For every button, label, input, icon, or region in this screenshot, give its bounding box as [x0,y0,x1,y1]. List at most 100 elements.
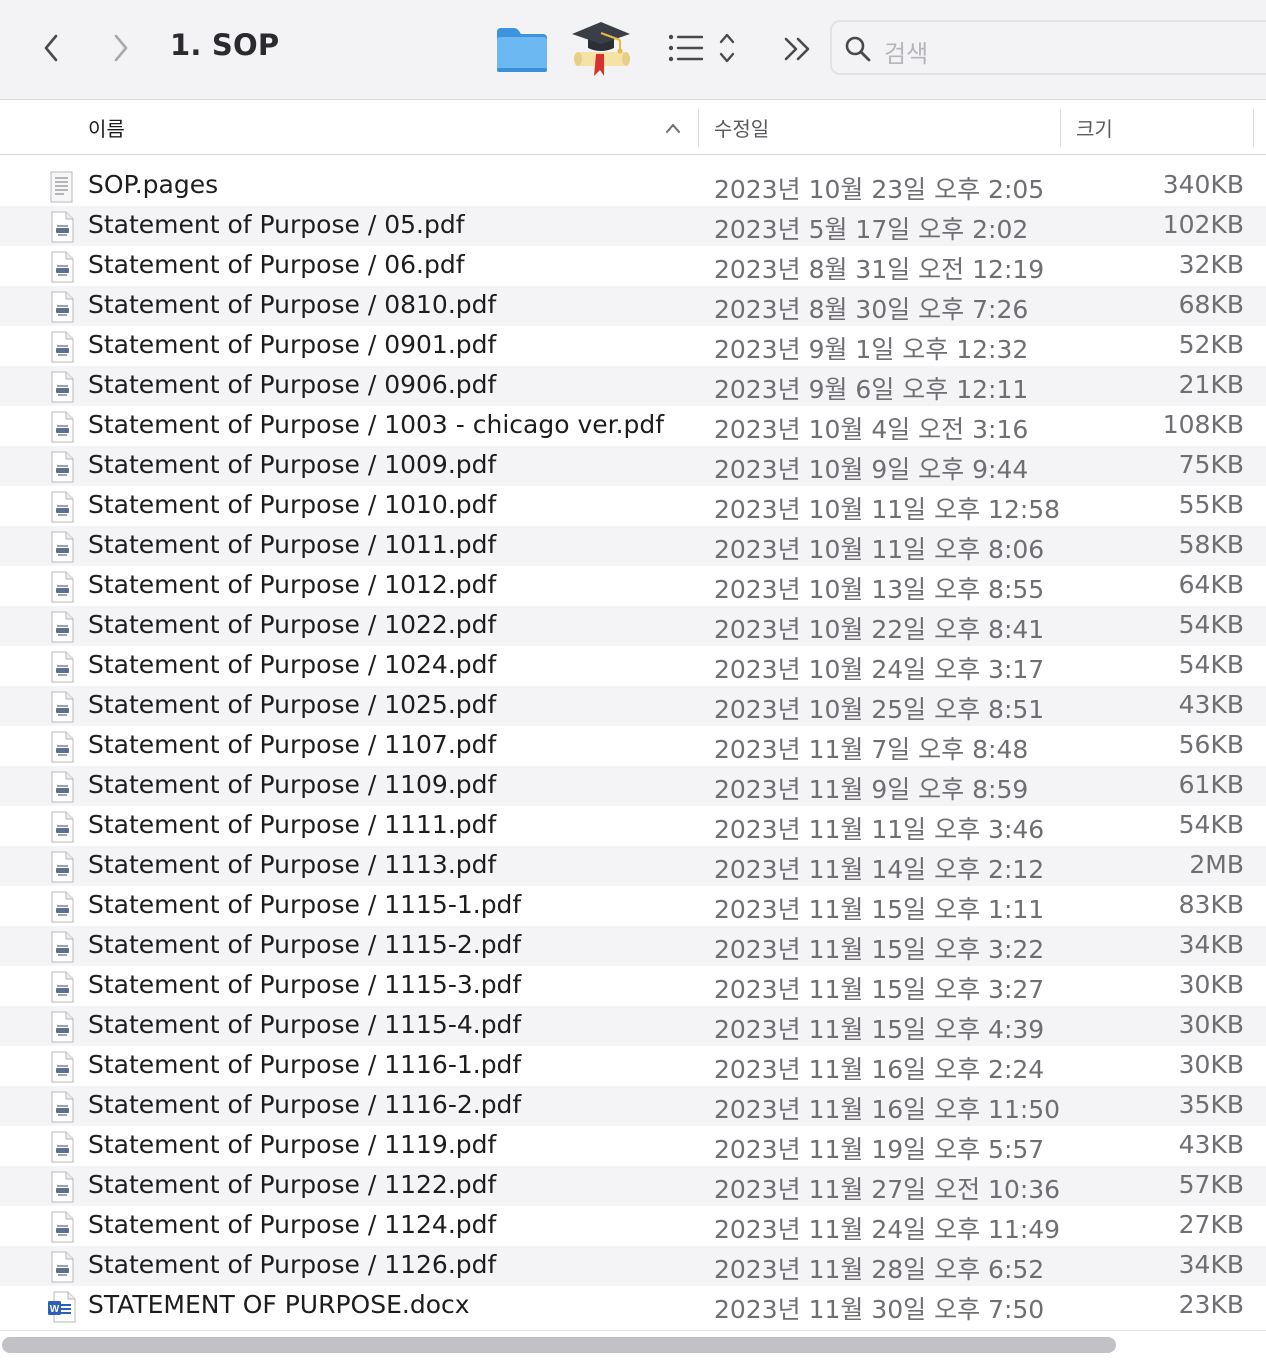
file-row[interactable]: Statement of Purpose / 1126.pdf 2023년 11월… [0,1246,1266,1286]
file-row[interactable]: Statement of Purpose / 0810.pdf 2023년 8월 … [0,286,1266,326]
file-row[interactable]: Statement of Purpose / 1122.pdf 2023년 11월… [0,1166,1266,1206]
file-modified-date: 2023년 11월 15일 오후 4:39 [714,1015,1045,1044]
chevron-right-icon [114,34,128,62]
file-name: Statement of Purpose / 1025.pdf [88,690,497,719]
file-modified-date: 2023년 11월 9일 오후 8:59 [714,775,1029,804]
file-name: Statement of Purpose / 1010.pdf [88,490,497,519]
file-row[interactable]: Statement of Purpose / 0906.pdf 2023년 9월 … [0,366,1266,406]
pdf-file-icon [51,651,74,683]
file-name: Statement of Purpose / 1115-2.pdf [88,930,522,959]
file-row[interactable]: Statement of Purpose / 1022.pdf 2023년 10월… [0,606,1266,646]
file-row[interactable]: Statement of Purpose / 1116-1.pdf 2023년 1… [0,1046,1266,1086]
file-row[interactable]: Statement of Purpose / 1109.pdf 2023년 11월… [0,766,1266,806]
pdf-file-icon [51,731,74,763]
file-row[interactable]: Statement of Purpose / 1115-2.pdf 2023년 1… [0,926,1266,966]
file-row[interactable]: Statement of Purpose / 1115-3.pdf 2023년 1… [0,966,1266,1006]
column-size-header[interactable]: 크기 [1076,113,1113,142]
pdf-file-icon [51,1171,74,1203]
pdf-file-icon [51,891,74,923]
scrollbar-thumb[interactable] [2,1337,1116,1353]
pdf-file-icon [51,371,74,403]
file-size: 54KB [1178,650,1244,679]
file-size: 30KB [1178,1050,1244,1079]
graduation-cap-icon[interactable] [570,18,632,78]
file-row[interactable]: Statement of Purpose / 06.pdf 2023년 8월 31… [0,246,1266,286]
pdf-file-icon [51,1011,74,1043]
file-size: 23KB [1178,1290,1244,1319]
file-name: Statement of Purpose / 1115-1.pdf [88,890,522,919]
file-row[interactable]: Statement of Purpose / 1119.pdf 2023년 11월… [0,1126,1266,1166]
back-button[interactable] [36,28,66,68]
file-row[interactable]: Statement of Purpose / 1011.pdf 2023년 10월… [0,526,1266,566]
file-row[interactable]: Statement of Purpose / 1113.pdf 2023년 11월… [0,846,1266,886]
file-size: 43KB [1178,690,1244,719]
file-row[interactable]: Statement of Purpose / 1009.pdf 2023년 10월… [0,446,1266,486]
file-name: Statement of Purpose / 1115-3.pdf [88,970,522,999]
pdf-file-icon [51,811,74,843]
file-row[interactable]: Statement of Purpose / 05.pdf 2023년 5월 17… [0,206,1266,246]
file-modified-date: 2023년 5월 17일 오후 2:02 [714,215,1029,244]
file-modified-date: 2023년 9월 1일 오후 12:32 [714,335,1029,364]
file-row[interactable]: Statement of Purpose / 1010.pdf 2023년 10월… [0,486,1266,526]
file-row[interactable]: W STATEMENT OF PURPOSE.docx 2023년 11월 30일 … [0,1286,1266,1326]
file-name: Statement of Purpose / 1009.pdf [88,450,497,479]
pdf-file-icon [51,1051,74,1083]
file-size: 108KB [1162,410,1244,439]
pdf-file-icon [51,971,74,1003]
file-modified-date: 2023년 11월 7일 오후 8:48 [714,735,1029,764]
column-date-header[interactable]: 수정일 [714,113,769,142]
file-row[interactable]: Statement of Purpose / 1115-1.pdf 2023년 1… [0,886,1266,926]
file-row[interactable]: Statement of Purpose / 0901.pdf 2023년 9월 … [0,326,1266,366]
file-row[interactable]: Statement of Purpose / 1003 - chicago ve… [0,406,1266,446]
file-size: 30KB [1178,1010,1244,1039]
sort-ascending-icon[interactable] [664,121,682,135]
pdf-file-icon [51,531,74,563]
pdf-file-icon [51,1251,74,1283]
file-row[interactable]: Statement of Purpose / 1107.pdf 2023년 11월… [0,726,1266,766]
file-size: 35KB [1178,1090,1244,1119]
forward-button[interactable] [106,28,136,68]
file-name: Statement of Purpose / 1115-4.pdf [88,1010,522,1039]
horizontal-scrollbar[interactable] [0,1330,1266,1364]
file-size: 43KB [1178,1130,1244,1159]
file-modified-date: 2023년 11월 16일 오후 2:24 [714,1055,1045,1084]
pdf-file-icon [51,491,74,523]
more-chevrons-icon[interactable] [782,34,814,64]
file-modified-date: 2023년 11월 28일 오후 6:52 [714,1255,1045,1284]
file-name: Statement of Purpose / 1111.pdf [88,810,497,839]
file-row[interactable]: Statement of Purpose / 1025.pdf 2023년 10월… [0,686,1266,726]
file-modified-date: 2023년 10월 22일 오후 8:41 [714,615,1045,644]
file-modified-date: 2023년 10월 11일 오후 8:06 [714,535,1045,564]
file-name: Statement of Purpose / 1011.pdf [88,530,497,559]
file-row[interactable]: SOP.pages 2023년 10월 23일 오후 2:05 340KB [0,166,1266,206]
chevron-left-icon [44,34,58,62]
file-size: 75KB [1178,450,1244,479]
folder-icon[interactable] [494,24,550,74]
pdf-file-icon [51,1131,74,1163]
file-row[interactable]: Statement of Purpose / 1111.pdf 2023년 11월… [0,806,1266,846]
column-divider[interactable] [1060,109,1061,147]
file-modified-date: 2023년 10월 4일 오전 3:16 [714,415,1029,444]
file-name: Statement of Purpose / 1109.pdf [88,770,497,799]
file-list: SOP.pages 2023년 10월 23일 오후 2:05 340KB State… [0,166,1266,1326]
file-row[interactable]: Statement of Purpose / 1124.pdf 2023년 11월… [0,1206,1266,1246]
pdf-file-icon [51,251,74,283]
file-row[interactable]: Statement of Purpose / 1116-2.pdf 2023년 1… [0,1086,1266,1126]
column-divider[interactable] [1253,109,1254,147]
file-size: 102KB [1162,210,1244,239]
file-name: Statement of Purpose / 06.pdf [88,250,465,279]
file-modified-date: 2023년 11월 24일 오후 11:49 [714,1215,1061,1244]
column-divider[interactable] [698,109,699,147]
svg-text:W: W [50,1304,60,1315]
file-row[interactable]: Statement of Purpose / 1115-4.pdf 2023년 1… [0,1006,1266,1046]
file-row[interactable]: Statement of Purpose / 1024.pdf 2023년 10월… [0,646,1266,686]
list-view-icon[interactable] [666,30,742,66]
column-name-header[interactable]: 이름 [88,113,125,142]
file-name: Statement of Purpose / 1116-2.pdf [88,1090,522,1119]
file-size: 30KB [1178,970,1244,999]
pdf-file-icon [51,211,74,243]
search-field[interactable]: 검색 [830,20,1266,75]
file-row[interactable]: Statement of Purpose / 1012.pdf 2023년 10월… [0,566,1266,606]
file-size: 34KB [1178,930,1244,959]
file-name: Statement of Purpose / 1122.pdf [88,1170,497,1199]
